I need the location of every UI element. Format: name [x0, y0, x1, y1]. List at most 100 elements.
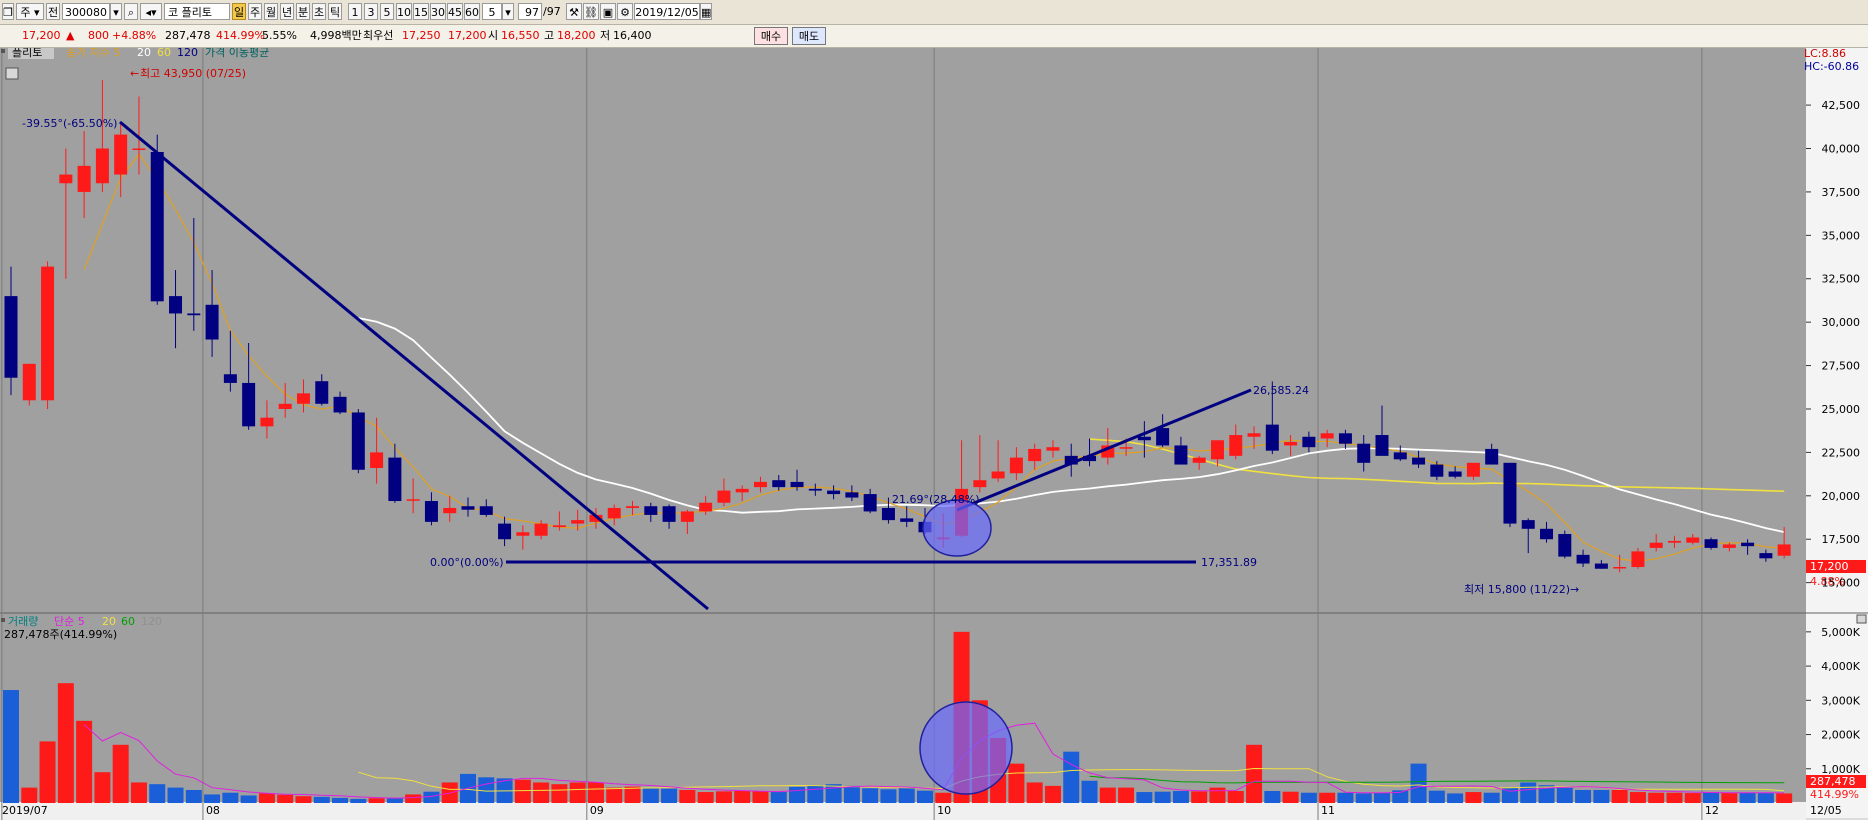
low-label: 저 — [600, 29, 611, 42]
interval-input[interactable]: 5 — [482, 3, 502, 20]
candle-body — [296, 393, 310, 404]
candle-body — [1667, 540, 1681, 543]
tab-second[interactable]: 초 — [312, 3, 326, 20]
volume-bar — [1666, 792, 1683, 803]
interval-10[interactable]: 10 — [396, 3, 412, 20]
volume-bar — [1684, 793, 1701, 803]
annotation-low: 최저 15,800 (11/22) — [1464, 583, 1570, 596]
volume-bar — [386, 798, 403, 803]
last-ratio-tag: 414.99% — [1810, 788, 1859, 801]
indicator-settings-icon[interactable] — [5, 67, 19, 80]
interval-dropdown-icon[interactable]: ▾ — [502, 3, 514, 20]
save-icon[interactable]: ▣ — [600, 3, 616, 20]
price-tick-label: 32,500 — [1822, 273, 1861, 286]
volume-bar — [204, 794, 221, 803]
candle-body — [278, 403, 292, 409]
tab-tick[interactable]: 틱 — [328, 3, 342, 20]
price-tick-label: 17,500 — [1822, 533, 1861, 546]
panel-close-icon[interactable] — [1856, 614, 1867, 624]
legend-vol-ma5: 단순 5 — [54, 615, 85, 628]
candle-body — [552, 525, 566, 528]
highlight-circle-volume — [919, 701, 1013, 795]
tab-month[interactable]: 월 — [264, 3, 278, 20]
volume-bar — [94, 772, 111, 803]
annotation-trend-down: -39.55°(-65.50%) — [22, 117, 117, 130]
stock-code-input[interactable]: 300080 — [62, 3, 110, 20]
last-price-tag: 17,200 — [1810, 560, 1849, 573]
interval-1[interactable]: 1 — [348, 3, 362, 20]
speaker-icon[interactable]: ◂▾ — [140, 3, 162, 20]
interval-5[interactable]: 5 — [380, 3, 394, 20]
tool-icon[interactable]: ⚒ — [566, 3, 582, 20]
buy-button[interactable]: 매수 — [754, 27, 788, 45]
candle-body — [827, 490, 841, 495]
candle-body — [863, 494, 877, 512]
volume-bar — [661, 788, 678, 803]
interval-15[interactable]: 15 — [413, 3, 429, 20]
low-price: 16,400 — [613, 29, 652, 42]
volume-bar — [807, 785, 824, 803]
candle-body — [1466, 462, 1480, 477]
candle-body — [150, 151, 164, 302]
tab-year[interactable]: 년 — [280, 3, 294, 20]
candle-body — [205, 304, 219, 340]
candle-body — [315, 381, 329, 404]
volume-bar — [1227, 791, 1244, 803]
candle-body — [1521, 520, 1535, 529]
count-input[interactable]: 97 — [518, 3, 542, 20]
ask-price: 17,250 — [402, 29, 441, 42]
volume-bar — [222, 792, 239, 803]
tab-day[interactable]: 일 — [232, 3, 246, 20]
price-tick-label: 35,000 — [1822, 229, 1861, 242]
volume-bar — [130, 782, 147, 803]
price-tick-label: 40,000 — [1822, 143, 1861, 156]
tab-week[interactable]: 주 — [248, 3, 262, 20]
date-input[interactable]: 2019/12/05 — [634, 3, 700, 20]
candle-body — [662, 506, 676, 522]
candle-body — [1503, 462, 1517, 524]
candle-body — [1722, 544, 1736, 548]
turnover-rate: 5.55% — [262, 29, 297, 42]
annotation-high: 최고 43,950 (07/25) — [140, 67, 246, 80]
code-dropdown-icon[interactable]: ▾ — [110, 3, 122, 20]
candle-body — [479, 506, 493, 515]
interval-3[interactable]: 3 — [364, 3, 378, 20]
interval-30[interactable]: 30 — [430, 3, 446, 20]
candle-body — [1338, 433, 1352, 444]
calendar-icon[interactable]: ▦ — [700, 3, 712, 20]
stock-name-field[interactable]: 코 플리토 — [164, 3, 230, 20]
sell-button[interactable]: 매도 — [792, 27, 826, 45]
link-icon[interactable]: ⛓ — [583, 3, 599, 20]
volume-bar — [880, 789, 897, 803]
period-select[interactable]: 전 — [46, 3, 60, 20]
search-icon[interactable]: ⌕ — [124, 3, 138, 20]
candle-body — [1704, 539, 1718, 548]
interval-60[interactable]: 60 — [464, 3, 480, 20]
volume-bar — [679, 789, 696, 803]
candle-body — [534, 523, 548, 536]
tab-minute[interactable]: 분 — [296, 3, 310, 20]
volume-bar — [789, 786, 806, 803]
volume-bar — [149, 784, 166, 803]
candle-body — [406, 499, 420, 501]
candle-body — [351, 412, 365, 470]
app-icon[interactable]: ❐ — [2, 3, 14, 20]
volume-bar — [350, 798, 367, 803]
candle-body — [1540, 528, 1554, 540]
gear-icon[interactable]: ⚙ — [617, 3, 633, 20]
candle-body — [881, 507, 895, 521]
market-select[interactable]: 주 ▾ — [16, 3, 44, 20]
interval-45[interactable]: 45 — [447, 3, 463, 20]
candle-body — [1448, 471, 1462, 477]
volume-bar — [715, 791, 732, 803]
candle-body — [1357, 443, 1371, 463]
stock-chart[interactable]: -39.55°(-65.50%) 최고 43,950 (07/25) ← 0.0… — [0, 48, 1868, 820]
legend-stock-name: 플리토 — [12, 48, 42, 59]
open-price: 16,550 — [501, 29, 540, 42]
annotation-base: 0.00°(0.00%) — [430, 556, 504, 569]
candle-body — [1046, 447, 1060, 451]
price-tick-label: 37,500 — [1822, 186, 1861, 199]
volume-tick-label: 2,000K — [1821, 729, 1860, 742]
quote-bar: 17,200 ▲ 800 +4.88% 287,478 414.99% 5.55… — [0, 25, 1868, 48]
volume-tick-label: 5,000K — [1821, 626, 1860, 639]
